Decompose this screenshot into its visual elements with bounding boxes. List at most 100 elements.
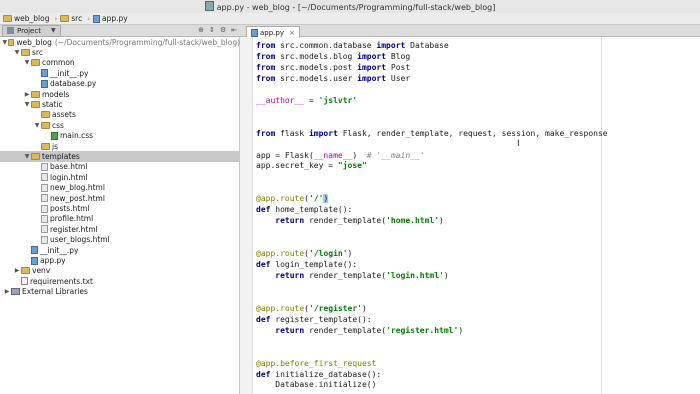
tree-item[interactable]: database.py: [0, 79, 240, 89]
code-token: ): [352, 150, 367, 160]
tree-item[interactable]: ▶ External Libraries: [0, 287, 240, 297]
chevron-down-icon[interactable]: ▼: [23, 101, 31, 108]
tree-item[interactable]: __init__.py: [0, 245, 240, 255]
tree-item-label: assets: [52, 110, 76, 120]
tree-item-label: posts.html: [50, 204, 90, 214]
code-editor[interactable]: from src.common.database import Database…: [256, 37, 696, 394]
collapse-all-icon[interactable]: ⇕: [209, 26, 215, 34]
code-line: def register_template():: [256, 315, 372, 325]
close-icon[interactable]: ×: [289, 29, 295, 37]
code-line: from src.common.database import Database: [256, 41, 449, 51]
tree-item-label: requirements.txt: [30, 276, 93, 286]
tree-item[interactable]: ▼ src: [0, 47, 240, 57]
tree-item[interactable]: login.html: [0, 172, 240, 182]
chevron-down-icon[interactable]: ▼: [23, 59, 31, 66]
html-file-icon: [41, 225, 48, 234]
css-file-icon: [51, 131, 58, 140]
code-token: initialize_database():: [270, 369, 382, 379]
tree-item[interactable]: new_blog.html: [0, 183, 240, 193]
code-token: src.models.blog: [275, 51, 358, 61]
tree-item[interactable]: base.html: [0, 162, 240, 172]
code-line: app.secret_key = "jose": [256, 161, 367, 171]
code-token: Database.initialize(): [256, 380, 377, 390]
tree-item[interactable]: main.css: [0, 131, 240, 141]
chevron-down-icon[interactable]: ▼: [13, 49, 21, 56]
code-token: from: [256, 62, 276, 72]
html-file-icon: [41, 162, 48, 171]
tree-item-label: External Libraries: [22, 287, 88, 297]
tree-item[interactable]: ▼ css: [0, 120, 240, 130]
code-token: return: [275, 270, 305, 280]
chevron-down-icon[interactable]: ▼: [23, 153, 31, 160]
tree-item-label: css: [52, 120, 64, 130]
tree-item[interactable]: posts.html: [0, 203, 240, 213]
code-token: src.common.database: [275, 41, 377, 50]
breadcrumb-item-src[interactable]: src: [60, 14, 82, 23]
folder-icon: [31, 101, 40, 109]
code-line: from src.models.blog import Blog: [256, 52, 410, 62]
code-token: import: [308, 128, 338, 138]
tree-item-label: new_post.html: [50, 193, 105, 203]
project-view-selector[interactable]: Project ▼: [2, 24, 61, 37]
tree-item-label: database.py: [50, 79, 97, 89]
tree-item[interactable]: ▼ static: [0, 99, 240, 109]
code-token: 'register.html': [386, 325, 459, 335]
breadcrumb-item-project[interactable]: web_blog: [3, 14, 49, 23]
tree-item[interactable]: assets: [0, 110, 240, 120]
tree-item-label: js: [52, 141, 58, 151]
hide-panel-icon[interactable]: ⇤: [231, 26, 237, 34]
gear-icon[interactable]: ⚙: [220, 26, 226, 34]
window-title-wrap: app.py - web_blog - [~/Documents/Program…: [0, 1, 700, 12]
chevron-right-icon: ›: [87, 14, 91, 23]
chevron-right-icon[interactable]: ▶: [23, 91, 31, 98]
code-line: @app.route('/'): [256, 194, 329, 204]
code-token: flask: [275, 128, 309, 138]
tree-item-label: src: [32, 48, 43, 58]
tree-item[interactable]: register.html: [0, 224, 240, 234]
tree-item[interactable]: ▼ common: [0, 58, 240, 68]
python-file-icon: [31, 246, 38, 255]
library-icon: [11, 288, 20, 296]
code-token: =: [304, 95, 319, 105]
tree-item[interactable]: ▼ templates: [0, 151, 240, 162]
tree-item[interactable]: requirements.txt: [0, 276, 240, 286]
code-token: from: [256, 41, 276, 50]
chevron-down-icon[interactable]: ▼: [33, 122, 41, 129]
tree-item-label: user_blogs.html: [50, 235, 110, 245]
tree-item[interactable]: __init__.py: [0, 68, 240, 78]
tree-item[interactable]: ▼ web_blog (~/Documents/Programming/full-s…: [0, 37, 241, 47]
tree-item-label: app.py: [40, 256, 66, 266]
sync-icon[interactable]: ⊕: [198, 26, 204, 34]
code-token: '/login': [309, 249, 348, 259]
code-line: @app.route('/login'): [256, 249, 352, 259]
breadcrumb-item-file[interactable]: app.py: [93, 14, 128, 23]
code-token: import: [376, 41, 406, 50]
tree-item[interactable]: ▶ venv: [0, 266, 240, 276]
chevron-right-icon: ›: [54, 14, 58, 23]
tree-item[interactable]: user_blogs.html: [0, 235, 240, 245]
code-token: Blog: [386, 51, 411, 61]
code-token: User: [386, 73, 411, 83]
code-token: ): [323, 194, 329, 204]
code-line: from src.models.user import User: [256, 74, 410, 84]
tree-item[interactable]: new_post.html: [0, 193, 240, 203]
editor-tab-bar: app.py ×: [240, 25, 700, 38]
tree-item[interactable]: ▶ models: [0, 89, 240, 99]
tree-item[interactable]: app.py: [0, 255, 240, 265]
html-file-icon: [41, 194, 48, 203]
folder-icon: [21, 49, 30, 57]
tree-item[interactable]: profile.html: [0, 214, 240, 224]
code-token: Post: [386, 62, 411, 72]
code-token: Database: [405, 41, 449, 50]
chevron-right-icon[interactable]: ▶: [3, 288, 11, 295]
chevron-down-icon: ▼: [50, 27, 56, 34]
chevron-right-icon[interactable]: ▶: [13, 267, 21, 274]
tree-item[interactable]: js: [0, 141, 240, 151]
breadcrumb: web_blog › src › app.py: [0, 13, 700, 25]
chevron-down-icon[interactable]: ▼: [2, 39, 8, 46]
code-token: app = Flask(: [256, 150, 314, 160]
tree-item-label: new_blog.html: [50, 183, 105, 193]
code-token: import: [357, 73, 387, 83]
folder-icon: [41, 111, 50, 119]
